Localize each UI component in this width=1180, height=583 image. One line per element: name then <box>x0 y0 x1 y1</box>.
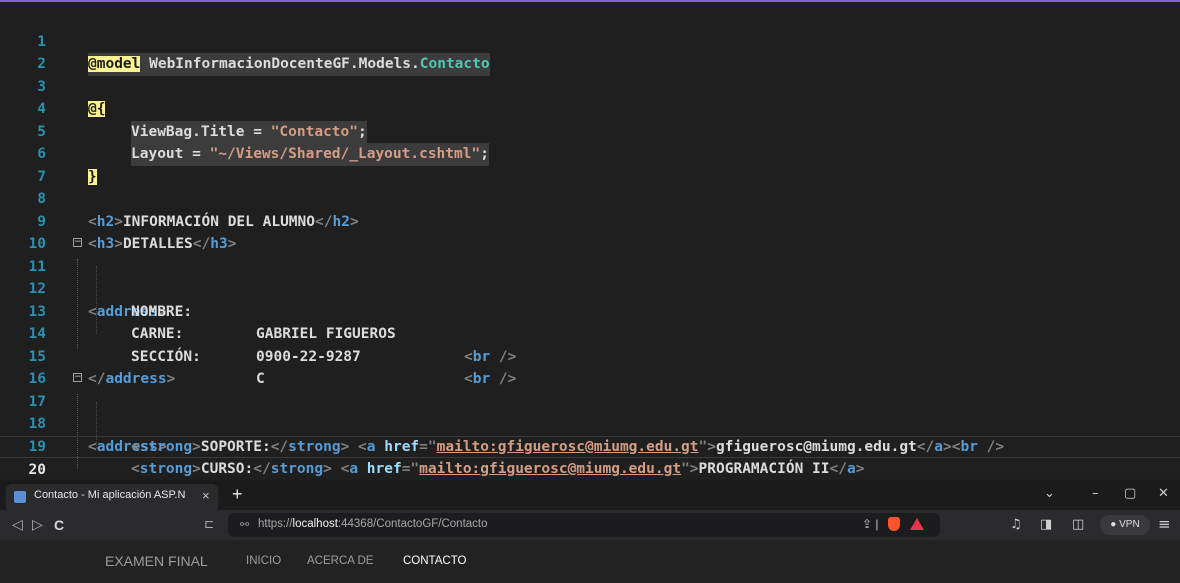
code-line: 5 Layout = "~/Views/Shared/_Layout.cshtm… <box>0 98 1180 166</box>
menu-icon[interactable]: ≡ <box>1158 515 1171 533</box>
site-info-icon[interactable]: ⚯ <box>240 518 249 531</box>
code-line: 18 <strong>SOPORTE:</strong> <a href="ma… <box>0 391 1180 455</box>
code-line: 16 <box>0 346 1180 387</box>
browser-window: Contacto - Mi aplicación ASP.NE × + ⌄ – … <box>0 480 1180 583</box>
tab-list-icon[interactable]: ⌄ <box>1044 486 1055 501</box>
code-line: 7 <box>0 143 1180 185</box>
code-line: 11 − <address> <box>0 233 1180 320</box>
close-window-button[interactable]: ✕ <box>1158 486 1169 501</box>
code-line: 2 <box>0 31 1180 72</box>
nav-link-inicio[interactable]: INICIO <box>246 555 281 567</box>
code-editor[interactable]: 1 @model WebInformacionDocenteGF.Models.… <box>0 0 1180 501</box>
code-line: 19 <strong>CURSO:</strong> <a href="mail… <box>0 413 1180 478</box>
tab-bar: Contacto - Mi aplicación ASP.NE × + ⌄ – … <box>0 480 1180 510</box>
nav-link-contacto[interactable]: CONTACTO <box>403 555 466 567</box>
wallet-icon[interactable]: ◫ <box>1072 517 1084 532</box>
brave-shields-icon[interactable] <box>888 517 900 531</box>
link-text: PROGRAMACIÓN II <box>698 461 830 477</box>
media-icon[interactable]: ♫ <box>1010 517 1022 532</box>
code-line: 1 @model WebInformacionDocenteGF.Models.… <box>0 8 1180 76</box>
code-line: 10 <box>0 211 1180 252</box>
maximize-button[interactable]: ▢ <box>1124 486 1136 501</box>
url-text: https://localhost:44368/ContactoGF/Conta… <box>258 518 488 530</box>
back-button[interactable]: ◁ <box>12 517 23 533</box>
tab-title: Contacto - Mi aplicación ASP.NE <box>34 489 186 501</box>
sidebar-icon[interactable]: ◨ <box>1040 517 1052 532</box>
code-line: 3 @{ <box>0 53 1180 117</box>
reload-button[interactable]: C <box>54 517 64 533</box>
nav-link-acerca-de[interactable]: ACERCA DE <box>307 555 373 567</box>
course-label: CURSO: <box>200 461 254 477</box>
minimize-button[interactable]: – <box>1092 486 1099 501</box>
site-brand[interactable]: EXAMEN FINAL <box>105 553 208 569</box>
collapse-icon[interactable]: − <box>73 373 82 382</box>
browser-tab[interactable]: Contacto - Mi aplicación ASP.NE × <box>6 484 218 510</box>
page-favicon-icon <box>14 491 26 503</box>
new-tab-button[interactable]: + <box>232 484 243 504</box>
mailto-link[interactable]: mailto:gfiguerosc@miumg.edu.gt <box>419 461 681 477</box>
code-line: 15 </address> <box>0 323 1180 388</box>
browser-toolbar: ◁ ▷ C ⊏ ⚯ https://localhost:44368/Contac… <box>0 510 1180 540</box>
bookmark-icon[interactable]: ⊏ <box>204 517 214 531</box>
code-line: 4 ViewBag.Title = "Contacto"; <box>0 76 1180 143</box>
code-text: <strong>CURSO:</strong> <a href="mailto:… <box>131 461 865 477</box>
collapse-icon[interactable]: − <box>73 238 82 247</box>
address-bar[interactable]: ⚯ https://localhost:44368/ContactoGF/Con… <box>228 513 940 537</box>
vpn-button[interactable]: ● VPN <box>1100 515 1150 535</box>
code-line: 17 − <address> <box>0 368 1180 455</box>
code-line: 14 SECCIÓN: C <box>0 301 1180 387</box>
code-line-current: 20 </address> <box>0 435 1180 501</box>
code-line: 6 } <box>0 121 1180 185</box>
code-line: 9 <h3>DETALLES</h3> <box>0 188 1180 253</box>
forward-button[interactable]: ▷ <box>32 517 43 533</box>
close-tab-icon[interactable]: × <box>202 488 210 503</box>
brave-rewards-icon[interactable] <box>910 518 924 530</box>
site-navbar: EXAMEN FINAL INICIO ACERCA DE CONTACTO <box>0 540 1180 583</box>
code-line: 8 <h2>INFORMACIÓN DEL ALUMNO</h2> <box>0 166 1180 230</box>
code-line: 12 NOMBRE: GABRIEL FIGUEROS <br /> <box>0 256 1180 365</box>
line-number: 20 <box>28 462 46 478</box>
share-icon[interactable]: ⇪ | <box>862 517 879 531</box>
code-line: 13 CARNE: 0900-22-9287 <br /> <box>0 278 1180 388</box>
